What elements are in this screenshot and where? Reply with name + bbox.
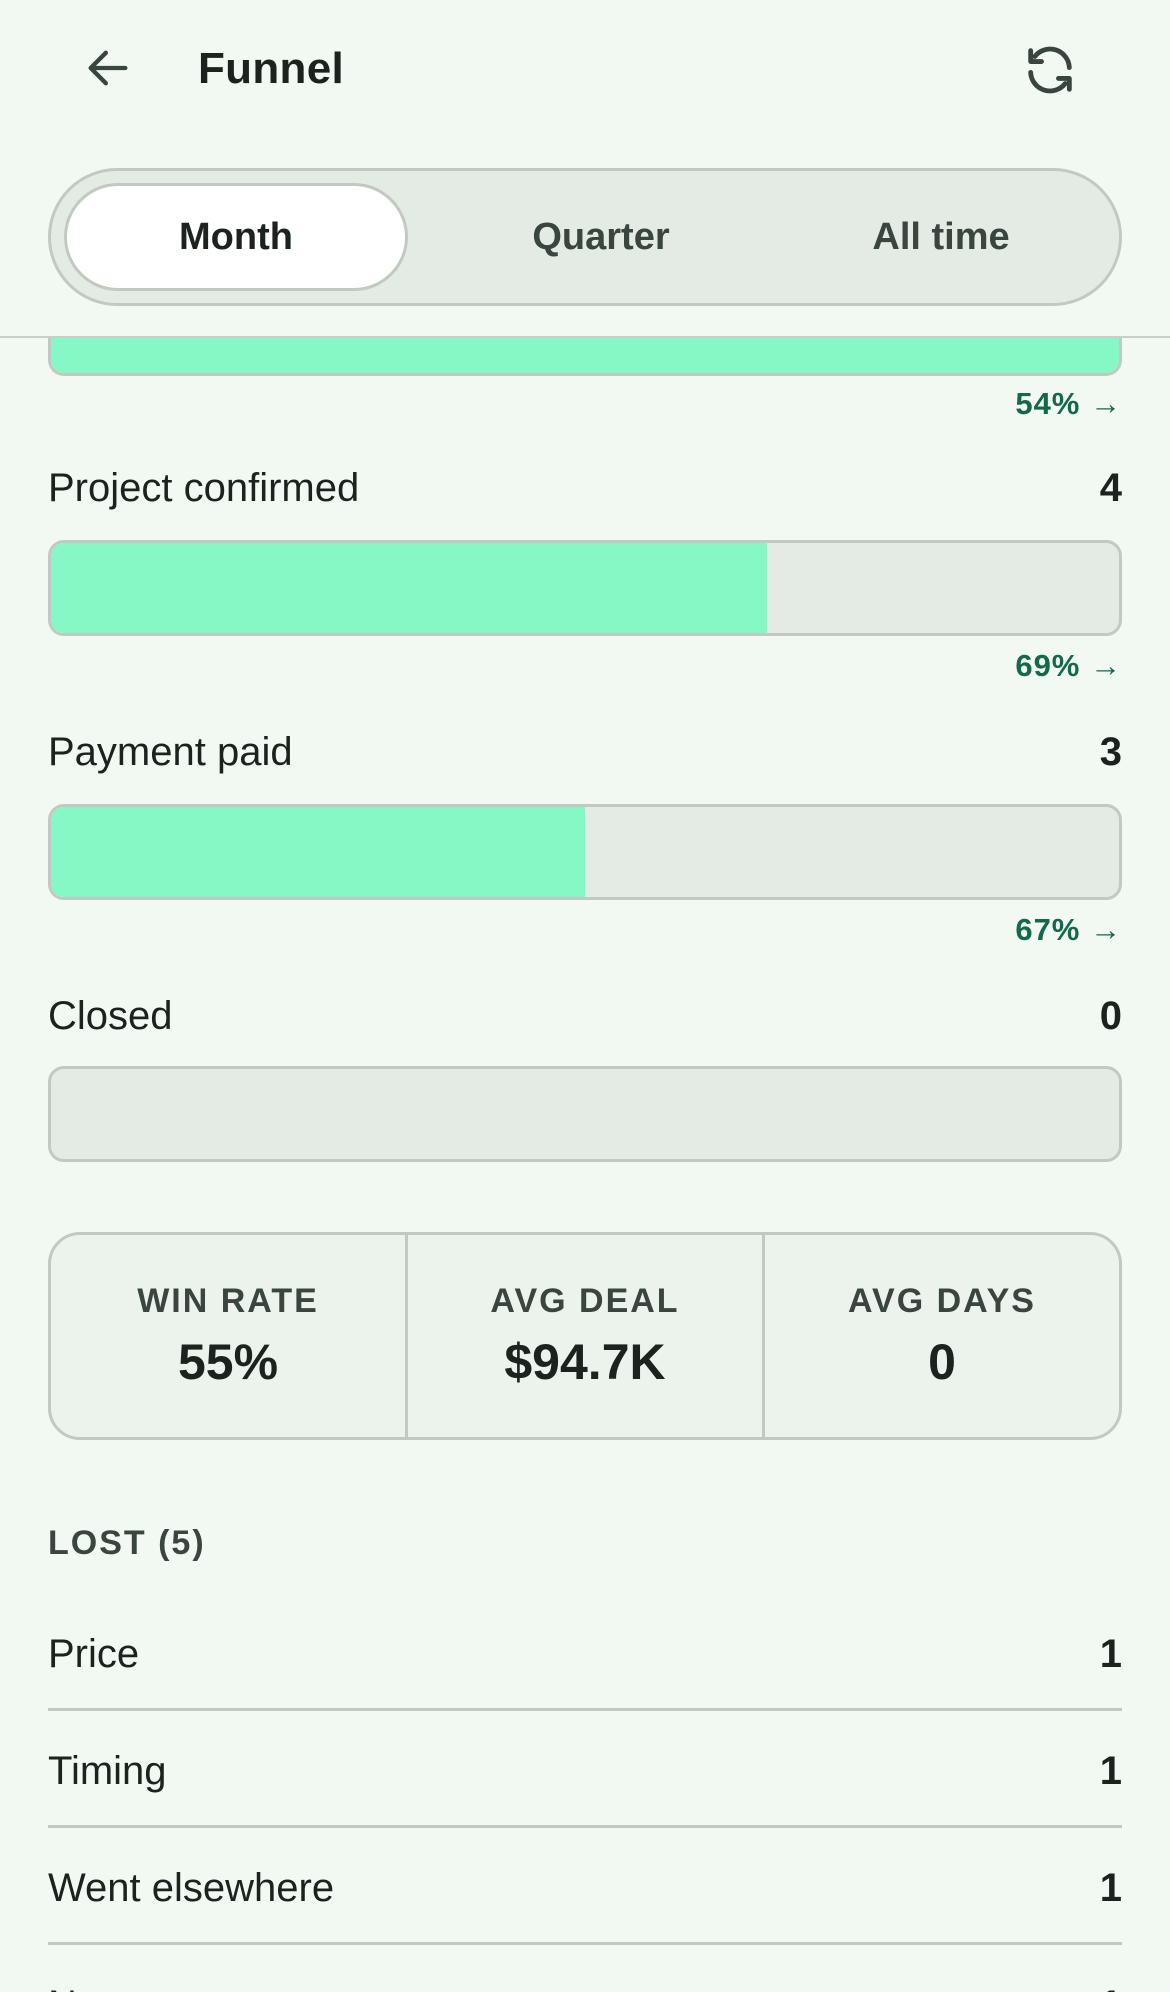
tab-all-time[interactable]: All time (791, 183, 1091, 291)
lost-reason-count: 1 (1100, 1983, 1122, 1992)
stat-avg-days: AVG DAYS 0 (765, 1235, 1119, 1437)
stats-card: WIN RATE 55% AVG DEAL $94.7K AVG DAYS 0 (48, 1232, 1122, 1440)
stage-count: 0 (1099, 994, 1122, 1038)
lost-reason-label: N (48, 1983, 77, 1992)
period-selector: Month Quarter All time (48, 168, 1122, 306)
stat-win-rate: WIN RATE 55% (51, 1235, 408, 1437)
lost-reason-label: Timing (48, 1749, 167, 1793)
funnel-bar (48, 540, 1122, 636)
stat-label: WIN RATE (137, 1281, 319, 1320)
stage-count: 4 (1099, 466, 1122, 510)
page-title: Funnel (198, 44, 345, 93)
lost-reason-count: 1 (1099, 1866, 1122, 1910)
back-button[interactable] (70, 30, 146, 106)
funnel-bar-fill (51, 807, 585, 897)
refresh-icon (1028, 46, 1072, 94)
stat-label: AVG DAYS (848, 1281, 1036, 1320)
stage-label: Payment paid (48, 730, 293, 774)
refresh-button[interactable] (1012, 32, 1088, 108)
stat-label: AVG DEAL (490, 1281, 680, 1320)
lost-reason-label: Price (48, 1632, 140, 1676)
lost-reason-row: Price 1 (48, 1594, 1122, 1711)
stage-label: Closed (48, 994, 173, 1038)
lost-reason-label: Went elsewhere (48, 1866, 335, 1910)
lost-reason-row: N 1 (48, 1945, 1122, 1992)
funnel-screen: 54% → Project confirmed 4 69% → Payment … (0, 0, 1170, 1992)
stat-value: 55% (177, 1333, 279, 1390)
funnel-bar-fill (51, 543, 767, 633)
conversion-rate: 54% → (1015, 386, 1122, 421)
lost-reason-row: Timing 1 (48, 1711, 1122, 1828)
funnel-bar (48, 1066, 1122, 1162)
stat-avg-deal: AVG DEAL $94.7K (408, 1235, 765, 1437)
conversion-rate: 69% → (1015, 648, 1122, 683)
arrow-left-icon (88, 50, 128, 86)
lost-section-title: LOST (5) (48, 1524, 206, 1562)
stat-value: $94.7K (504, 1333, 666, 1390)
app-header: Funnel Month Quarter All time (0, 0, 1170, 338)
tab-quarter[interactable]: Quarter (451, 183, 751, 291)
lost-reason-row: Went elsewhere 1 (48, 1828, 1122, 1945)
lost-reason-count: 1 (1099, 1632, 1122, 1676)
stage-label: Project confirmed (48, 466, 360, 510)
stat-value: 0 (928, 1333, 956, 1390)
lost-reason-count: 1 (1099, 1749, 1122, 1793)
conversion-rate: 67% → (1015, 912, 1122, 947)
funnel-bar (48, 804, 1122, 900)
tab-month[interactable]: Month (64, 183, 408, 291)
stage-count: 3 (1099, 730, 1122, 774)
